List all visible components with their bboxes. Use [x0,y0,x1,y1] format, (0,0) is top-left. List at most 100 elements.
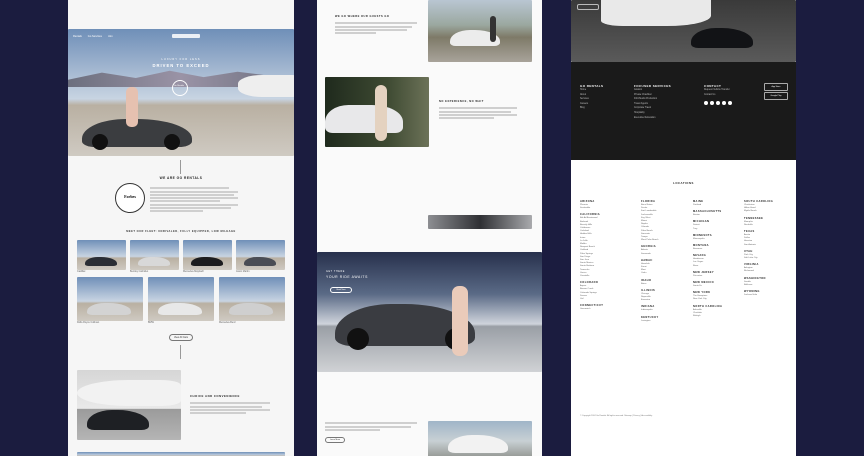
wheel [164,134,180,150]
state-heading: Hawaii [641,258,653,262]
fleet-title: Meet our fleet: Unrivaled, Fully Equippe… [126,230,236,233]
city-link[interactable]: Troy [693,228,741,231]
car-image [77,277,143,321]
homepage-middle-panel: We Go Where Our Guests Go No Experience,… [317,0,542,456]
state-heading: Texas [744,230,755,234]
learn-more-button[interactable]: Learn More [325,437,345,443]
forbes-seal: Forbes [115,183,145,213]
experience-title: No Experience, No Wait [439,100,484,103]
concierge-paragraph [190,401,270,415]
footer-col-1: Go Rentals Home About Services Careers B… [580,84,603,111]
site-logo[interactable] [172,34,200,38]
forbes-text: Forbes [124,194,136,199]
city-link[interactable]: Princeton [693,275,741,278]
city-link[interactable]: Bozeman [693,248,741,251]
city-link[interactable]: Jackson Hole [744,294,792,297]
state-heading: North Carolina [693,304,723,308]
fleet-card[interactable]: BMW [148,277,214,324]
city-link[interactable]: Yountville [580,275,628,278]
city-link[interactable]: Bellevue [744,284,792,287]
fleet-card[interactable]: Mercedes-Maybach [183,240,232,273]
cta-title: Your Ride Awaits [326,275,368,279]
state-heading: Illinois [641,288,656,292]
footer-link[interactable]: Blog [580,106,603,111]
city-link[interactable]: Scottsdale [580,207,628,210]
city-link[interactable]: Oahu [641,272,689,275]
copyright-text: © Copyright 2024 Go Rentals. All rights … [580,415,653,417]
car-name: Aston Martin [236,270,250,273]
divider-line [180,345,181,359]
city-link[interactable]: Boston [693,214,741,217]
city-link[interactable]: Santa Fe [693,285,741,288]
footer: Go Rentals Home About Services Careers B… [571,62,796,160]
city-link[interactable]: Vail [580,298,628,301]
nav-rentals[interactable]: Rentals [73,35,82,38]
car-image [183,240,232,270]
fleet-card[interactable]: Rolls-Royce Cullinan [77,277,143,324]
app-store-badge[interactable]: App Store [764,83,788,91]
city-link[interactable]: Myrtle Beach [744,210,792,213]
city-link[interactable]: Nashville [744,224,792,227]
city-link[interactable]: Minneapolis [693,238,741,241]
fleet-row-2: Rolls-Royce Cullinan BMW Mercedes-Benz [77,277,285,324]
bottom-preview-image [77,452,285,456]
car-name: Mercedes-Maybach [183,270,204,273]
locations-column: Arizona Phoenix Scottsdale California Bel Ai… [580,197,628,311]
footer-link[interactable]: Request Vehicle Transfer [704,88,732,93]
fleet-card[interactable]: Mercedes-Benz [219,277,285,324]
linkedin-icon[interactable] [722,101,726,106]
city-link[interactable]: Reno [693,265,741,268]
state-heading: Utah [744,249,753,253]
nav-services[interactable]: Go Services [88,35,102,38]
city-link[interactable]: Richmond [744,270,792,273]
fleet-card[interactable]: Cadillac [77,240,126,273]
instagram-icon[interactable] [710,101,714,106]
state-heading: Arizona [580,200,595,203]
footer-link[interactable]: Executive Relocation [634,116,671,121]
twitter-icon[interactable] [716,101,720,106]
city-link[interactable]: Greenwich [580,308,628,311]
book-now-button[interactable]: Book Now [330,287,352,293]
car-image [77,240,126,270]
facebook-icon[interactable] [704,101,708,106]
city-link[interactable]: New York City [693,298,741,301]
state-heading: Nevada [693,254,707,258]
state-heading: Georgia [641,245,657,249]
city-link[interactable]: Lexington [641,320,689,323]
where-paragraph [335,21,417,35]
hero-title: Driven to Exceed [152,63,210,68]
footer-col-2: Focused Services Aviation Private Chauff… [634,84,671,120]
google-play-badge[interactable]: Google Play [764,92,788,100]
city-link[interactable]: Boise [641,283,689,286]
footer-link[interactable]: Contact Us [704,93,732,98]
city-link[interactable]: Portland [693,204,741,207]
cta-banner-image [317,252,542,372]
city-link[interactable]: Savannah [641,253,689,256]
state-heading: Washington [744,276,766,280]
city-link[interactable]: Indianapolis [641,309,689,312]
fleet-card[interactable]: Aston Martin [236,240,285,273]
locations-column: Florida Boca Raton Destin Fort Lauderdale Ja… [641,197,689,323]
fleet-card[interactable]: Bentley Cabriolet [130,240,179,273]
white-car-image [428,421,532,456]
about-title: We Are Go Rentals [159,176,203,180]
state-heading: New Jersey [693,270,715,274]
car-name: Mercedes-Benz [219,321,236,324]
state-heading: Colorado [580,281,599,285]
state-heading: Kentucky [641,315,659,319]
view-all-cars-button[interactable]: View All Cars [169,334,193,341]
state-heading: Maine [693,200,704,203]
experience-paragraph [439,106,517,120]
hero-badge[interactable] [172,80,188,96]
youtube-icon[interactable] [728,101,732,106]
city-link[interactable]: Evanston [641,299,689,302]
model-figure [126,87,138,127]
divider-line [180,160,181,174]
nav-join[interactable]: Join [108,35,113,38]
city-link[interactable]: West Palm Beach [641,239,689,242]
estate-arrival-image [428,0,532,62]
state-heading: California [580,213,600,217]
city-link[interactable]: San Antonio [744,244,792,247]
city-link[interactable]: Raleigh [693,315,741,318]
city-link[interactable]: Salt Lake City [744,257,792,260]
